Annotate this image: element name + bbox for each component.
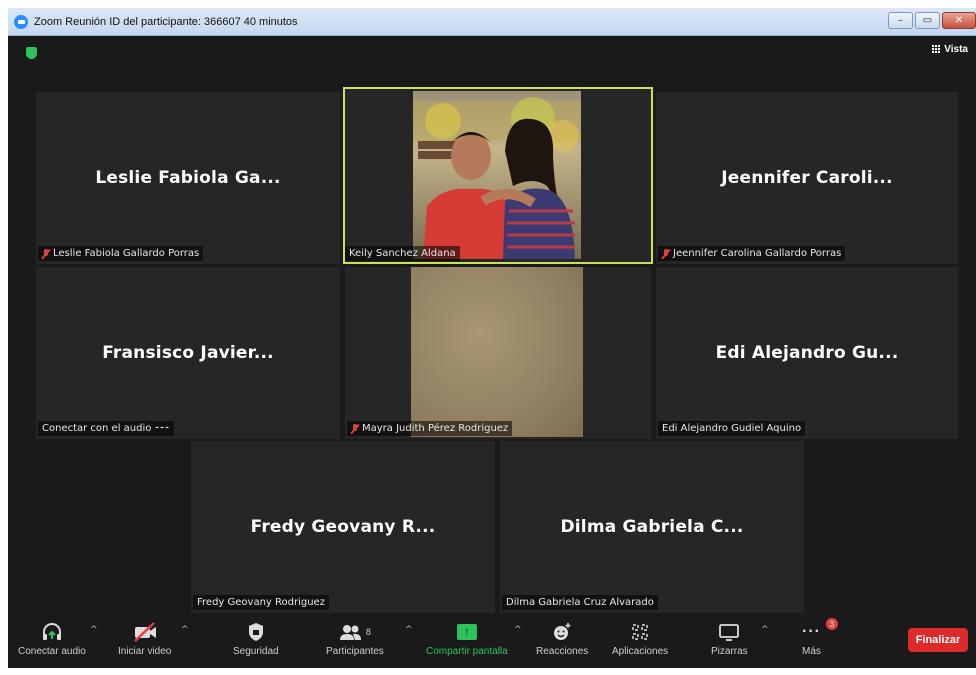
- join-audio-button[interactable]: Conectar audio: [18, 620, 86, 657]
- window-controls: – ▭ ✕: [888, 12, 976, 29]
- whiteboards-options-caret[interactable]: ^: [761, 625, 769, 635]
- close-button[interactable]: ✕: [942, 12, 976, 29]
- participant-name-label: Fredy Geovany Rodriguez: [193, 595, 329, 610]
- participant-full-name: Conectar con el audio ⁃⁃⁃: [42, 423, 170, 434]
- participant-name-label: Leslie Fabiola Gallardo Porras: [38, 246, 204, 261]
- more-notification-badge: 3: [826, 618, 838, 630]
- participant-full-name: Edi Alejandro Gudiel Aquino: [662, 423, 802, 434]
- whiteboard-icon: [719, 624, 740, 641]
- mic-muted-icon: [42, 248, 50, 259]
- participant-full-name: Jeennifer Carolina Gallardo Porras: [673, 248, 842, 259]
- participant-full-name: Mayra Judith Pérez Rodriguez: [362, 423, 509, 434]
- grid-view-icon: [932, 45, 941, 54]
- participant-display-name: Fransisco Javier...: [102, 343, 274, 363]
- more-dots-icon: ···: [802, 623, 821, 640]
- participant-tile[interactable]: Mayra Judith Pérez Rodriguez: [345, 267, 651, 439]
- participant-name-label: Conectar con el audio ⁃⁃⁃: [38, 421, 174, 436]
- view-label: Vista: [944, 44, 968, 55]
- start-video-button[interactable]: Iniciar video: [118, 620, 171, 657]
- participants-options-caret[interactable]: ^: [405, 625, 413, 635]
- video-off-icon: [133, 622, 156, 642]
- participant-name-label: Jeennifer Carolina Gallardo Porras: [658, 246, 846, 261]
- participant-tile[interactable]: Jeennifer Caroli... Jeennifer Carolina G…: [656, 92, 958, 264]
- zoom-logo-icon: [14, 14, 28, 29]
- security-button[interactable]: Seguridad: [233, 620, 279, 657]
- participants-label: Participantes: [326, 646, 384, 657]
- meeting-toolbar: Conectar audio ^ Iniciar video ^ Segurid…: [8, 616, 976, 668]
- participant-tile[interactable]: Dilma Gabriela C... Dilma Gabriela Cruz …: [500, 441, 804, 613]
- participant-name-label: Mayra Judith Pérez Rodriguez: [347, 421, 513, 436]
- restore-button[interactable]: ▭: [915, 12, 940, 29]
- reactions-button[interactable]: Reacciones: [536, 620, 588, 657]
- video-options-caret[interactable]: ^: [181, 625, 189, 635]
- participant-name-label: Edi Alejandro Gudiel Aquino: [658, 421, 806, 436]
- share-screen-label: Compartir pantalla: [426, 646, 508, 657]
- join-audio-label: Conectar audio: [18, 646, 86, 657]
- security-shield-icon: [248, 623, 263, 641]
- mic-muted-icon: [351, 423, 359, 434]
- end-meeting-button[interactable]: Finalizar: [908, 628, 968, 652]
- couple-photo: [413, 91, 581, 259]
- participant-tile[interactable]: Edi Alejandro Gu... Edi Alejandro Gudiel…: [656, 267, 958, 439]
- share-screen-icon: ↑: [456, 624, 477, 640]
- start-video-label: Iniciar video: [118, 646, 172, 657]
- window-title: Zoom Reunión ID del participante: 366607…: [34, 15, 298, 28]
- participants-count: 8: [365, 627, 371, 637]
- whiteboards-label: Pizarras: [711, 646, 748, 657]
- more-label: Más: [802, 646, 821, 657]
- participant-tile[interactable]: Fransisco Javier... Conectar con el audi…: [36, 267, 340, 439]
- whiteboards-button[interactable]: Pizarras: [711, 620, 748, 657]
- participant-full-name: Leslie Fabiola Gallardo Porras: [53, 248, 200, 259]
- participant-display-name: Jeennifer Caroli...: [721, 168, 893, 188]
- share-screen-button[interactable]: ↑ Compartir pantalla: [426, 620, 508, 657]
- participant-full-name: Fredy Geovany Rodriguez: [197, 597, 325, 608]
- apps-icon: [632, 624, 648, 640]
- participant-video-plain: [411, 267, 583, 437]
- participant-tile[interactable]: Fredy Geovany R... Fredy Geovany Rodrigu…: [191, 441, 495, 613]
- participant-full-name: Keily Sanchez Aldana: [349, 248, 456, 259]
- participant-name-label: Dilma Gabriela Cruz Alvarado: [502, 595, 658, 610]
- reactions-label: Reacciones: [536, 646, 589, 657]
- security-label: Seguridad: [233, 646, 279, 657]
- share-options-caret[interactable]: ^: [514, 625, 522, 635]
- reactions-smiley-icon: [554, 623, 571, 640]
- participant-tile-active-speaker[interactable]: Keily Sanchez Aldana: [343, 87, 653, 264]
- participant-video-photo: [413, 91, 581, 259]
- participant-display-name: Fredy Geovany R...: [250, 517, 436, 537]
- encryption-shield-icon[interactable]: [26, 47, 37, 59]
- participant-display-name: Dilma Gabriela C...: [560, 517, 744, 537]
- participants-button[interactable]: 8 Participantes: [326, 620, 384, 657]
- meeting-area: Vista Leslie Fabiola Ga... Leslie Fabiol…: [8, 36, 976, 668]
- participant-tile[interactable]: Leslie Fabiola Ga... Leslie Fabiola Gall…: [36, 92, 340, 264]
- apps-label: Aplicaciones: [612, 646, 669, 657]
- participants-icon: [339, 625, 361, 640]
- participant-display-name: Leslie Fabiola Ga...: [95, 168, 281, 188]
- participant-name-label: Keily Sanchez Aldana: [345, 246, 460, 261]
- view-button[interactable]: Vista: [932, 44, 968, 55]
- minimize-button[interactable]: –: [888, 12, 913, 29]
- headphones-icon: [42, 623, 61, 640]
- participant-display-name: Edi Alejandro Gu...: [715, 343, 899, 363]
- mic-muted-icon: [662, 248, 670, 259]
- apps-button[interactable]: Aplicaciones: [612, 620, 668, 657]
- participant-full-name: Dilma Gabriela Cruz Alvarado: [506, 597, 654, 608]
- more-button[interactable]: ··· 3 Más: [802, 618, 838, 657]
- audio-options-caret[interactable]: ^: [90, 625, 98, 635]
- window-titlebar: Zoom Reunión ID del participante: 366607…: [8, 8, 976, 36]
